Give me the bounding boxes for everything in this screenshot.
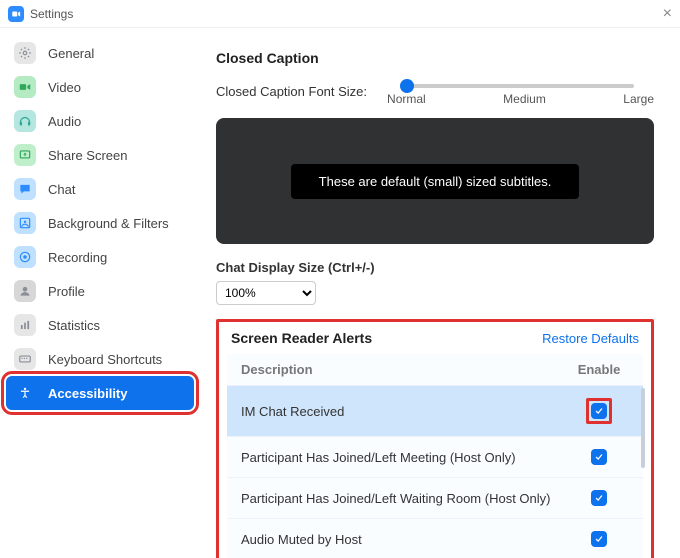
profile-icon <box>14 280 36 302</box>
slider-stop-normal: Normal <box>387 92 426 106</box>
sidebar-item-recording[interactable]: Recording <box>0 240 200 274</box>
alert-row[interactable]: IM Chat Received <box>227 386 643 437</box>
rec-icon <box>14 246 36 268</box>
alerts-col-enable: Enable <box>569 362 629 377</box>
stats-icon <box>14 314 36 336</box>
alert-enable-cell <box>569 398 629 424</box>
alert-enable-cell <box>569 531 629 547</box>
alert-enable-cell <box>569 490 629 506</box>
enable-checkbox[interactable] <box>591 490 607 506</box>
chat-display-size-select[interactable]: 100% <box>216 281 316 305</box>
sidebar-item-label: Video <box>48 80 81 95</box>
sidebar-item-label: General <box>48 46 94 61</box>
sidebar-item-label: Share Screen <box>48 148 128 163</box>
titlebar: Settings × <box>0 0 680 28</box>
sidebar-item-label: Statistics <box>48 318 100 333</box>
audio-icon <box>14 110 36 132</box>
sidebar-item-label: Accessibility <box>48 386 128 401</box>
enable-checkbox[interactable] <box>591 403 607 419</box>
alert-row[interactable]: Participant Has Joined/Left Waiting Room… <box>227 478 643 519</box>
sidebar-item-video[interactable]: Video <box>0 70 200 104</box>
scrollbar[interactable] <box>641 388 645 468</box>
sidebar-item-label: Audio <box>48 114 81 129</box>
sidebar-item-access[interactable]: Accessibility <box>6 376 194 410</box>
sidebar-item-share[interactable]: Share Screen <box>0 138 200 172</box>
sidebar-item-profile[interactable]: Profile <box>0 274 200 308</box>
sidebar-item-audio[interactable]: Audio <box>0 104 200 138</box>
keys-icon <box>14 348 36 370</box>
slider-stop-large: Large <box>623 92 654 106</box>
chat-icon <box>14 178 36 200</box>
alerts-col-description: Description <box>241 362 569 377</box>
sidebar-item-label: Recording <box>48 250 107 265</box>
access-icon <box>14 382 36 404</box>
video-icon <box>14 76 36 98</box>
sidebar-item-stats[interactable]: Statistics <box>0 308 200 342</box>
sidebar-item-label: Chat <box>48 182 75 197</box>
alerts-list: IM Chat Received Participant Has Joined/L… <box>227 386 643 558</box>
sidebar-item-bg[interactable]: Background & Filters <box>0 206 200 240</box>
app-icon <box>8 6 24 22</box>
slider-stop-medium: Medium <box>503 92 546 106</box>
gear-icon <box>14 42 36 64</box>
highlight-box <box>586 398 612 424</box>
chat-display-size-label: Chat Display Size (Ctrl+/-) <box>216 260 654 275</box>
alert-description: Participant Has Joined/Left Meeting (Hos… <box>241 450 569 465</box>
enable-checkbox[interactable] <box>591 449 607 465</box>
alerts-heading: Screen Reader Alerts <box>231 330 372 346</box>
screen-reader-alerts-panel: Screen Reader Alerts Restore Defaults De… <box>216 319 654 558</box>
alerts-columns: Description Enable <box>227 354 643 386</box>
sidebar-item-chat[interactable]: Chat <box>0 172 200 206</box>
close-icon[interactable]: × <box>663 6 672 22</box>
alert-row[interactable]: Participant Has Joined/Left Meeting (Hos… <box>227 437 643 478</box>
alert-row[interactable]: Audio Muted by Host <box>227 519 643 558</box>
caption-font-size-label: Closed Caption Font Size: <box>216 84 367 99</box>
sidebar-item-keys[interactable]: Keyboard Shortcuts <box>0 342 200 376</box>
alert-description: IM Chat Received <box>241 404 569 419</box>
sidebar-item-label: Keyboard Shortcuts <box>48 352 162 367</box>
restore-defaults-link[interactable]: Restore Defaults <box>542 331 639 346</box>
alert-description: Participant Has Joined/Left Waiting Room… <box>241 491 569 506</box>
alert-description: Audio Muted by Host <box>241 532 569 547</box>
content-pane: Closed Caption Closed Caption Font Size:… <box>200 28 680 558</box>
sidebar-item-label: Profile <box>48 284 85 299</box>
sidebar-item-label: Background & Filters <box>48 216 169 231</box>
sidebar: General Video Audio Share Screen Chat Backgro… <box>0 28 200 558</box>
enable-checkbox[interactable] <box>591 531 607 547</box>
caption-preview: These are default (small) sized subtitle… <box>216 118 654 244</box>
window-title: Settings <box>30 7 73 21</box>
subtitle-preview-text: These are default (small) sized subtitle… <box>291 164 580 199</box>
alert-enable-cell <box>569 449 629 465</box>
bg-icon <box>14 212 36 234</box>
share-icon <box>14 144 36 166</box>
caption-font-size-slider[interactable]: Normal Medium Large <box>387 76 654 106</box>
sidebar-item-general[interactable]: General <box>0 36 200 70</box>
closed-caption-heading: Closed Caption <box>216 50 654 66</box>
slider-thumb[interactable] <box>400 79 414 93</box>
